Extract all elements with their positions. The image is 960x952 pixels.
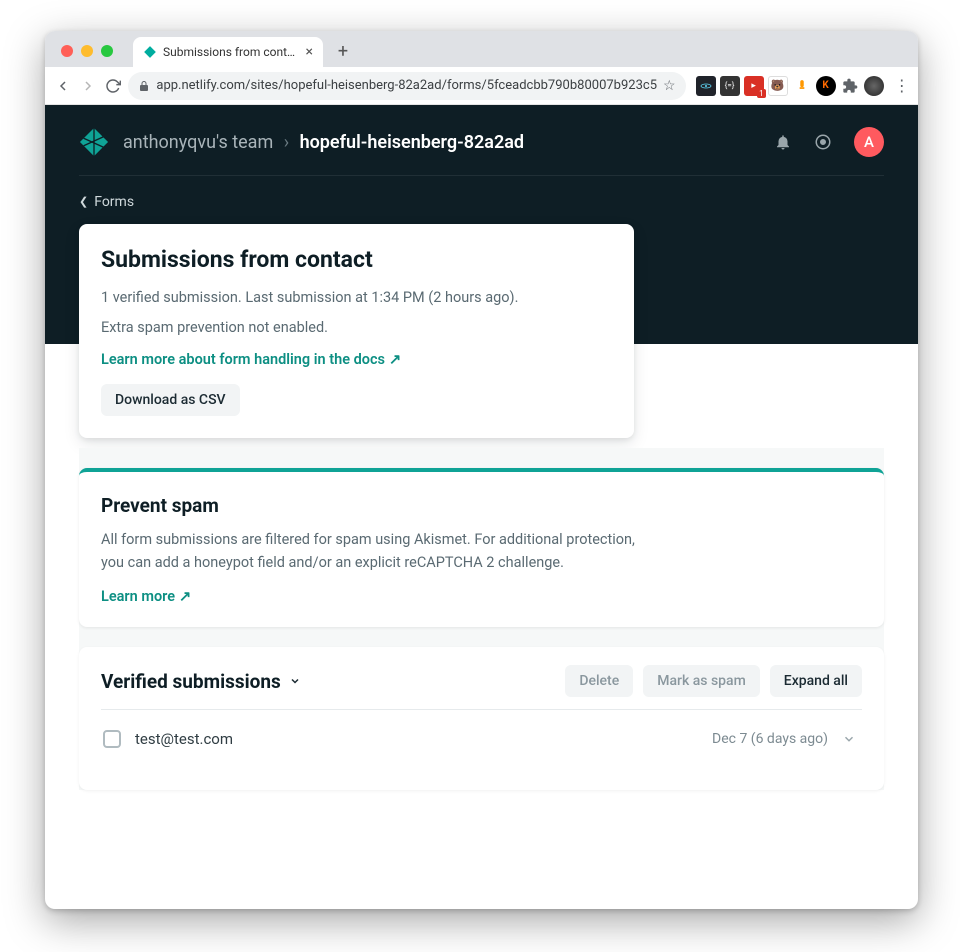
extension-icon[interactable]: ▸1	[744, 76, 764, 96]
panel-actions: Delete Mark as spam Expand all	[565, 665, 862, 697]
expand-all-button[interactable]: Expand all	[770, 665, 862, 697]
spam-card-title: Prevent spam	[101, 494, 862, 517]
notifications-icon[interactable]	[774, 133, 792, 151]
expand-row-icon[interactable]	[842, 732, 860, 746]
site-name[interactable]: hopeful-heisenberg-82a2ad	[300, 132, 524, 153]
extension-icon[interactable]	[792, 76, 812, 96]
extension-icon[interactable]	[696, 76, 716, 96]
minimize-window-icon[interactable]	[81, 45, 93, 57]
extensions-menu-icon[interactable]	[840, 76, 860, 96]
back-to-forms-link[interactable]: ❮ Forms	[79, 194, 134, 210]
window-controls	[61, 45, 113, 57]
chevron-left-icon: ❮	[79, 195, 88, 208]
back-button[interactable]	[53, 72, 72, 100]
mark-spam-button[interactable]: Mark as spam	[643, 665, 760, 697]
submission-date: Dec 7 (6 days ago)	[712, 731, 828, 747]
url-text: app.netlify.com/sites/hopeful-heisenberg…	[156, 78, 657, 93]
browser-tab[interactable]: Submissions from contact | ho ×	[133, 37, 323, 67]
docs-link[interactable]: Learn more about form handling in the do…	[101, 351, 401, 368]
content-area: Submissions from contact 1 verified subm…	[45, 224, 918, 910]
address-bar[interactable]: app.netlify.com/sites/hopeful-heisenberg…	[128, 72, 685, 100]
external-link-icon: ↗	[389, 351, 401, 368]
lock-icon	[138, 80, 150, 92]
mark-spam-label: Mark as spam	[657, 673, 746, 689]
netlify-favicon-icon	[143, 45, 157, 59]
row-checkbox[interactable]	[103, 730, 121, 748]
download-csv-button[interactable]: Download as CSV	[101, 384, 240, 416]
delete-button[interactable]: Delete	[565, 665, 633, 697]
netlify-logo-icon[interactable]	[79, 127, 109, 157]
bookmark-star-icon[interactable]: ☆	[663, 78, 676, 94]
browser-menu-icon[interactable]: ⋮	[894, 76, 910, 95]
delete-label: Delete	[579, 673, 619, 689]
submissions-summary-card: Submissions from contact 1 verified subm…	[79, 224, 634, 439]
spam-prevention-line: Extra spam prevention not enabled.	[101, 317, 612, 339]
tab-title: Submissions from contact | ho	[163, 45, 300, 59]
download-csv-label: Download as CSV	[115, 392, 226, 408]
maximize-window-icon[interactable]	[101, 45, 113, 57]
reload-button[interactable]	[103, 72, 122, 100]
docs-link-text: Learn more about form handling in the do…	[101, 351, 385, 368]
help-icon[interactable]	[814, 133, 832, 151]
extension-icon[interactable]: {=}	[720, 76, 740, 96]
spam-card-body: All form submissions are filtered for sp…	[101, 529, 661, 574]
avatar-initial: A	[864, 133, 874, 151]
profile-avatar-icon[interactable]	[864, 76, 884, 96]
forward-button[interactable]	[78, 72, 97, 100]
user-avatar[interactable]: A	[854, 127, 884, 157]
expand-all-label: Expand all	[784, 673, 848, 689]
close-window-icon[interactable]	[61, 45, 73, 57]
browser-toolbar: app.netlify.com/sites/hopeful-heisenberg…	[45, 67, 918, 105]
tab-close-icon[interactable]: ×	[306, 44, 313, 60]
submission-row[interactable]: test@test.com Dec 7 (6 days ago)	[101, 710, 862, 748]
chevron-down-icon	[289, 675, 301, 687]
new-tab-button[interactable]: +	[329, 37, 357, 65]
submission-email: test@test.com	[135, 730, 698, 748]
chevron-right-icon: ›	[284, 132, 289, 153]
prevent-spam-card: Prevent spam All form submissions are fi…	[79, 468, 884, 627]
verified-submissions-panel: Verified submissions Delete Mark as spam…	[79, 647, 884, 790]
tab-strip: Submissions from contact | ho × +	[45, 31, 918, 67]
back-label: Forms	[94, 194, 134, 210]
learn-more-text: Learn more	[101, 588, 175, 605]
extension-icons: {=} ▸1 🐻 K	[692, 76, 888, 96]
breadcrumb: anthonyqvu's team › hopeful-heisenberg-8…	[123, 132, 524, 153]
learn-more-link[interactable]: Learn more ↗	[101, 588, 191, 605]
submission-count-line: 1 verified submission. Last submission a…	[101, 287, 612, 309]
extension-icon[interactable]: 🐻	[768, 76, 788, 96]
panel-title-text: Verified submissions	[101, 670, 281, 693]
breadcrumb-row: anthonyqvu's team › hopeful-heisenberg-8…	[79, 127, 884, 176]
verified-submissions-dropdown[interactable]: Verified submissions	[101, 670, 301, 693]
external-link-icon: ↗	[179, 588, 191, 605]
card-title: Submissions from contact	[101, 246, 612, 273]
team-link[interactable]: anthonyqvu's team	[123, 132, 273, 153]
extension-icon[interactable]: K	[816, 76, 836, 96]
browser-window: Submissions from contact | ho × + app.ne…	[45, 31, 918, 909]
app-header: anthonyqvu's team › hopeful-heisenberg-8…	[45, 105, 918, 224]
